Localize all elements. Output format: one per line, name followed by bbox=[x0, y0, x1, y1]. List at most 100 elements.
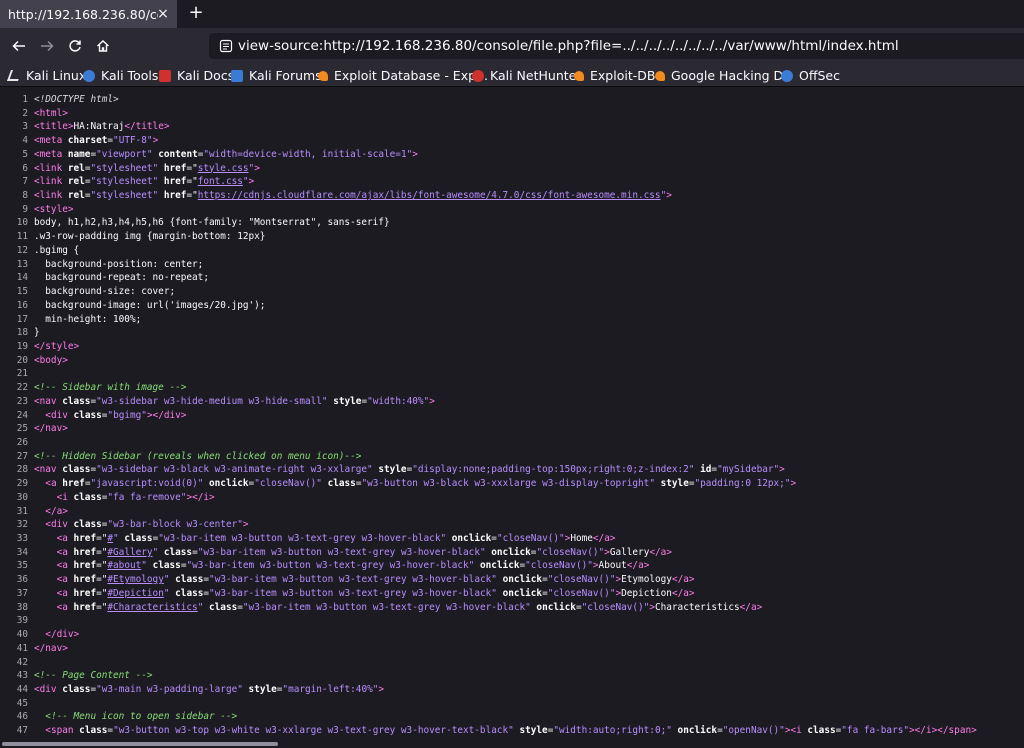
source-token: background-position: center; bbox=[34, 258, 204, 270]
source-line: 15 background-size: cover; bbox=[0, 285, 175, 299]
source-token: class bbox=[152, 560, 181, 572]
source-token: <!-- Hidden Sidebar (reveals when clicke… bbox=[34, 450, 362, 462]
source-line: 40 </div> bbox=[0, 628, 79, 642]
source-token: "closeNav()" bbox=[536, 546, 605, 558]
source-token: class bbox=[73, 409, 102, 421]
line-number: 41 bbox=[16, 642, 28, 654]
tab-active[interactable]: http://192.168.236.80/consol × bbox=[0, 0, 177, 28]
source-token: </a> bbox=[626, 560, 650, 572]
source-token: rel bbox=[67, 190, 85, 202]
kali-forums-icon bbox=[231, 69, 243, 82]
source-token: "fa fa-bars" bbox=[841, 725, 910, 737]
source-line: 10 body, h1,h2,h3,h4,h5,h6 {font-family: … bbox=[0, 216, 390, 230]
source-line: 13 background-position: center; bbox=[0, 258, 204, 272]
bookmark-kali-nethunter[interactable]: Kali NetHunter bbox=[472, 67, 581, 84]
bookmark-exploit-db[interactable]: Exploit-DB bbox=[574, 67, 655, 84]
source-token: "stylesheet" bbox=[90, 190, 159, 202]
source-token: =" bbox=[96, 560, 108, 572]
line-number: 1 bbox=[22, 94, 28, 105]
source-link[interactable]: #Etymology bbox=[107, 574, 163, 585]
bookmark-offsec[interactable]: OffSec bbox=[781, 67, 840, 84]
source-token: <div bbox=[45, 519, 74, 531]
kali-docs-icon bbox=[159, 69, 171, 82]
horizontal-scrollbar[interactable] bbox=[0, 740, 1024, 748]
source-token bbox=[34, 410, 45, 421]
source-token: "closeNav()" bbox=[496, 533, 565, 545]
source-line: 11 .w3-row-padding img {margin-bottom: 12… bbox=[0, 230, 266, 244]
line-number: 10 bbox=[16, 217, 28, 229]
source-line: 12 .bgimg { bbox=[0, 244, 79, 258]
source-link[interactable]: style.css bbox=[198, 163, 249, 174]
source-token: </title> bbox=[124, 121, 170, 133]
line-number: 12 bbox=[16, 244, 28, 256]
line-number: 40 bbox=[16, 629, 28, 641]
line-number: 8 bbox=[22, 190, 28, 202]
close-icon[interactable]: × bbox=[155, 6, 171, 22]
home-icon bbox=[97, 40, 109, 52]
bookmarks-toolbar: Kali Linux Kali Tools Kali Docs Kali For… bbox=[0, 64, 1024, 87]
source-token: <style> bbox=[34, 203, 74, 215]
source-link[interactable]: https://cdnjs.cloudflare.com/ajax/libs/f… bbox=[198, 190, 661, 201]
line-number: 3 bbox=[22, 121, 28, 133]
bookmark-google-hacking-db[interactable]: Google Hacking DB bbox=[655, 67, 792, 84]
line-number: 22 bbox=[16, 382, 28, 394]
line-number: 31 bbox=[16, 505, 28, 517]
source-token: href bbox=[73, 533, 97, 545]
source-token: href bbox=[73, 574, 97, 586]
source-token: background-image: url('images/20.jpg'); bbox=[34, 299, 266, 311]
source-token: <link bbox=[34, 176, 68, 188]
bookmark-exploit-database[interactable]: Exploit Database - Exp... bbox=[318, 67, 488, 84]
tab-title: http://192.168.236.80/consol bbox=[8, 6, 158, 22]
source-token: charset bbox=[67, 135, 108, 147]
forward-button[interactable] bbox=[37, 36, 57, 56]
back-button[interactable] bbox=[9, 36, 29, 56]
home-button[interactable] bbox=[93, 36, 113, 56]
source-token bbox=[34, 492, 57, 503]
bookmark-label: Kali Linux bbox=[26, 68, 87, 83]
source-line: 28 <nav class="w3-sidebar w3-black w3-ani… bbox=[0, 463, 785, 477]
source-token: =" bbox=[186, 190, 198, 202]
source-link[interactable]: #about bbox=[107, 560, 141, 571]
reload-button[interactable] bbox=[65, 36, 85, 56]
source-token: id bbox=[700, 464, 712, 476]
source-token: <a bbox=[56, 574, 74, 586]
source-token bbox=[34, 725, 45, 736]
scrollbar-thumb[interactable] bbox=[2, 742, 278, 746]
bookmark-label: Exploit Database - Exp... bbox=[334, 68, 488, 83]
view-source-content[interactable]: 1 <!DOCTYPE html> 2 <html> 3 <title>HA:Natraj… bbox=[0, 87, 1024, 740]
source-line: 14 background-repeat: no-repeat; bbox=[0, 271, 209, 285]
arrow-left-icon bbox=[12, 40, 25, 52]
bookmark-kali-tools[interactable]: Kali Tools bbox=[83, 67, 158, 84]
bookmark-kali-docs[interactable]: Kali Docs bbox=[159, 67, 234, 84]
source-line: 47 <span class="w3-button w3-top w3-whit… bbox=[0, 724, 977, 738]
new-tab-button[interactable]: + bbox=[186, 3, 206, 23]
source-token: HA:Natraj bbox=[73, 121, 125, 133]
source-token: ><i bbox=[784, 725, 808, 737]
bookmark-kali-linux[interactable]: Kali Linux bbox=[6, 67, 87, 84]
source-link[interactable]: #Depiction bbox=[107, 588, 163, 599]
source-link[interactable]: #Gallery bbox=[107, 547, 152, 558]
source-token: </style> bbox=[34, 340, 80, 352]
source-line: 33 <a href="#" class="w3-bar-item w3-but… bbox=[0, 532, 616, 546]
source-link[interactable]: font.css bbox=[198, 176, 243, 187]
kali-dragon-icon bbox=[6, 70, 23, 81]
source-token: > bbox=[429, 395, 435, 407]
source-link[interactable]: #Characteristics bbox=[107, 602, 197, 613]
bookmark-kali-forums[interactable]: Kali Forums bbox=[231, 67, 322, 84]
line-number: 26 bbox=[16, 437, 28, 448]
source-token: "w3-sidebar w3-hide-medium w3-hide-small… bbox=[96, 395, 328, 407]
source-token: <!DOCTYPE html> bbox=[34, 94, 119, 105]
line-number: 27 bbox=[16, 450, 28, 462]
page-info-icon[interactable] bbox=[219, 39, 233, 53]
source-line: 9 <style> bbox=[0, 203, 74, 217]
url-bar[interactable]: view-source:http://192.168.236.80/consol… bbox=[209, 33, 1024, 59]
source-token: > bbox=[242, 519, 249, 531]
url-text[interactable]: view-source:http://192.168.236.80/consol… bbox=[238, 38, 899, 54]
line-number: 30 bbox=[16, 491, 28, 503]
source-token: =" bbox=[186, 176, 198, 188]
source-token: =" bbox=[96, 533, 108, 545]
source-line: 26 bbox=[0, 436, 34, 450]
source-line: 38 <a href="#Characteristics" class="w3-… bbox=[0, 601, 763, 615]
source-token: href bbox=[163, 190, 187, 202]
source-token: "closeNav()" bbox=[254, 478, 322, 490]
